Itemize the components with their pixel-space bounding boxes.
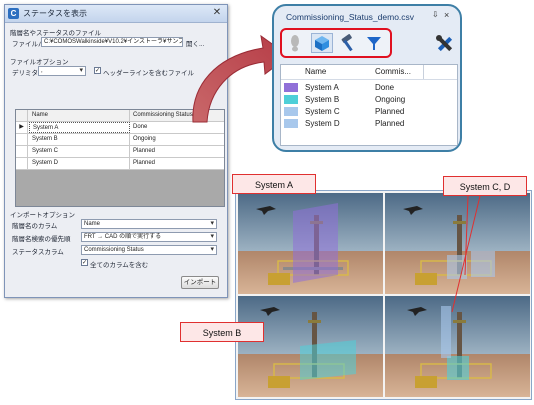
callout-connectors bbox=[451, 195, 481, 313]
callout-system-b: System B bbox=[180, 322, 264, 342]
callout-system-a: System A bbox=[232, 174, 316, 194]
callout-system-cd: System C, D bbox=[443, 176, 527, 196]
connector-line bbox=[451, 195, 481, 313]
connector-line bbox=[464, 195, 469, 276]
